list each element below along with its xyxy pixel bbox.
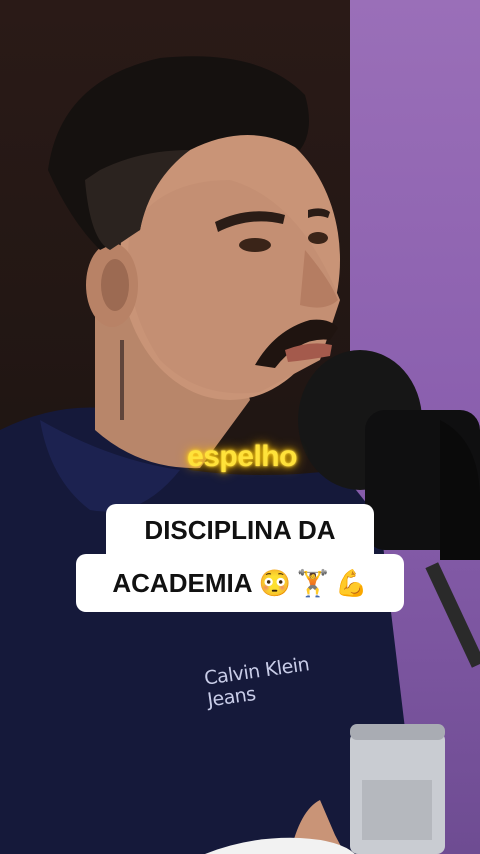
video-title-overlay: DISCIPLINA DA ACADEMIA 😳 🏋️ 💪 bbox=[76, 504, 404, 612]
title-line-2-text: ACADEMIA bbox=[112, 567, 253, 598]
flushed-face-icon: 😳 bbox=[258, 567, 291, 598]
title-line-1: DISCIPLINA DA bbox=[106, 504, 374, 556]
video-frame-person bbox=[0, 56, 480, 854]
lyric-caption-word: espelho bbox=[187, 440, 297, 473]
flexed-biceps-icon: 💪 bbox=[335, 567, 368, 598]
title-line-2: ACADEMIA 😳 🏋️ 💪 bbox=[76, 554, 404, 612]
weightlifter-icon: 🏋️ bbox=[296, 567, 330, 598]
